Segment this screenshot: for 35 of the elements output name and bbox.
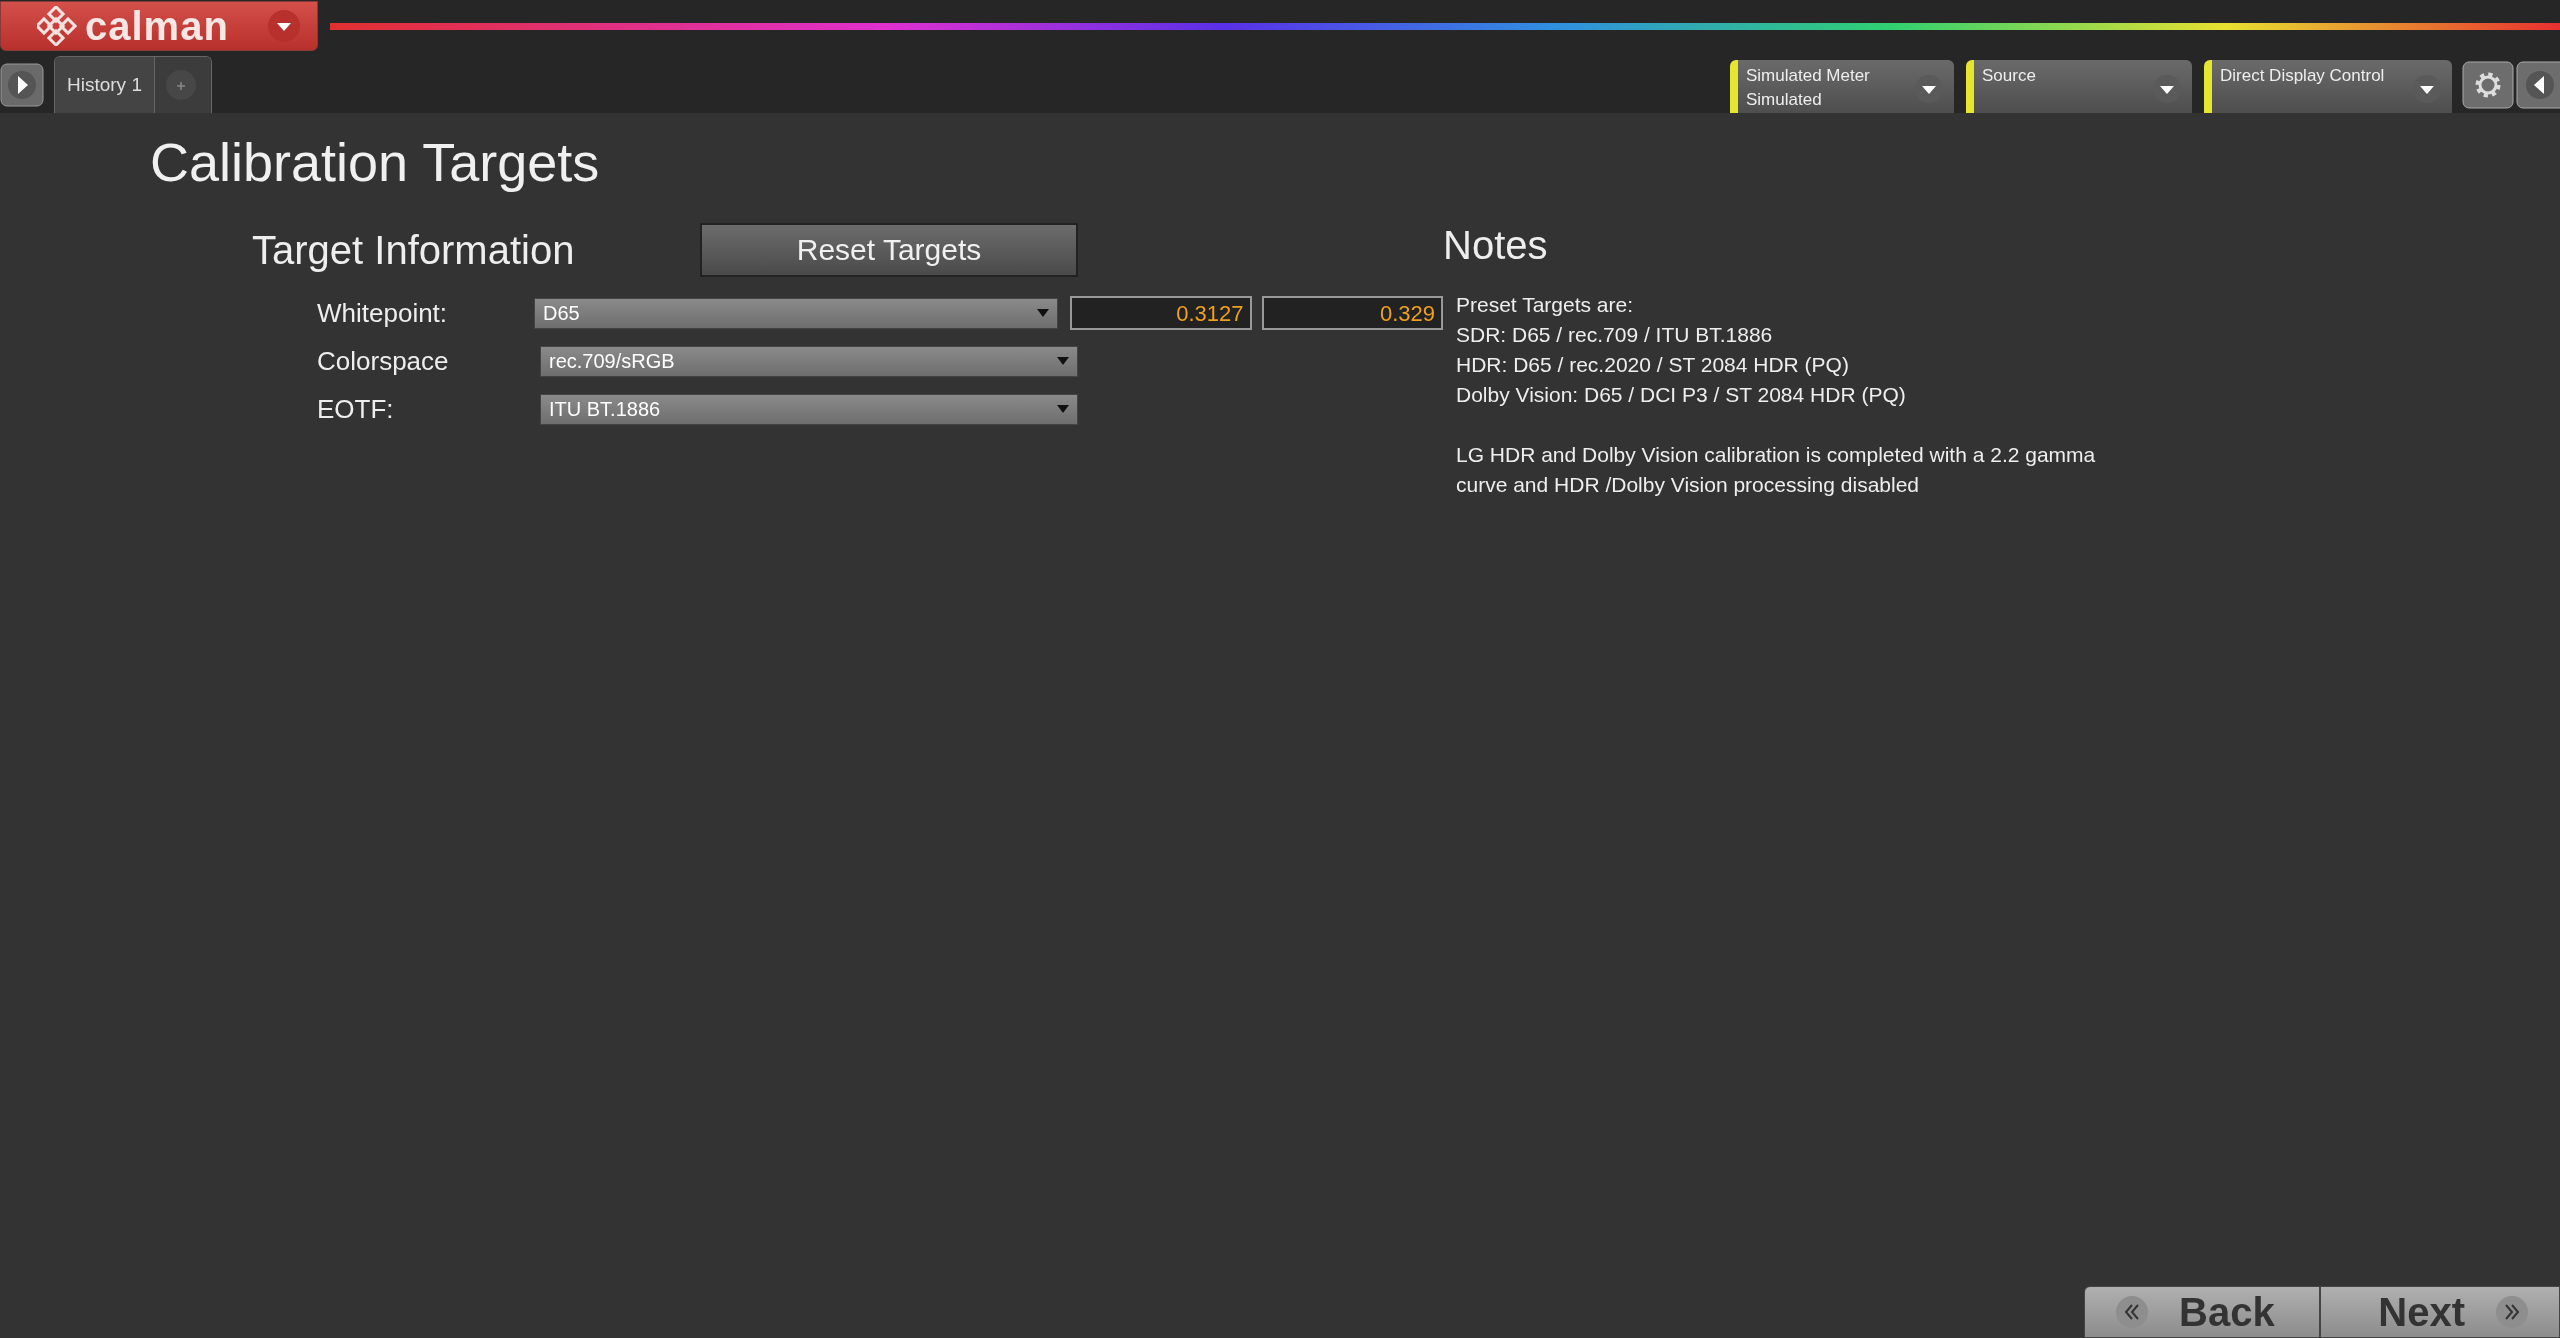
double-chevron-right-icon — [2495, 1295, 2529, 1329]
field-label: Whitepoint: — [316, 297, 449, 329]
field-label: EOTF: — [316, 393, 395, 425]
diamond-logo-icon — [37, 6, 77, 46]
caret-icon — [1057, 405, 1069, 413]
note-text: LG HDR and Dolby Vision calibration is completed with a 2.2 gamma curve and HDR /Dolby Vision processing disabled — [1456, 442, 2097, 498]
back-button[interactable]: Back — [2084, 1286, 2320, 1338]
settings-icon[interactable] — [2462, 61, 2514, 109]
note-text: HDR: D65 / rec.2020 / ST 2084 HDR (PQ) — [1456, 352, 1850, 378]
history-tab[interactable]: History 1 — [55, 57, 155, 113]
page-title: Calibration Targets — [150, 131, 601, 193]
double-chevron-left-icon — [2115, 1295, 2149, 1329]
caret-icon — [1057, 357, 1069, 365]
device-selector[interactable]: Simulated Meter Simulated — [1730, 60, 1954, 113]
device-selector[interactable]: Direct Display Control — [2204, 60, 2452, 113]
note-text: Dolby Vision: D65 / DCI P3 / ST 2084 HDR (PQ) — [1456, 382, 1907, 408]
section-heading: Target Information — [252, 227, 576, 273]
x-coordinate-field[interactable]: 0.3127 — [1070, 296, 1252, 330]
dropdown[interactable]: ITU BT.1886 — [540, 393, 1078, 425]
app-name: calman — [85, 3, 230, 49]
play-icon[interactable] — [0, 63, 44, 107]
caret-icon — [1037, 309, 1050, 317]
dropdown[interactable]: D65 — [534, 297, 1059, 329]
note-text: SDR: D65 / rec.709 / ITU BT.1886 — [1456, 322, 1774, 348]
field-label: Colorspace — [316, 345, 450, 377]
caret-icon[interactable] — [267, 9, 301, 43]
app-logo[interactable]: calman — [0, 1, 318, 51]
note-text: Preset Targets are: — [1456, 292, 1635, 318]
dropdown[interactable]: rec.709/sRGB — [540, 345, 1078, 377]
notes-heading: Notes — [1443, 223, 1549, 268]
collapse-arrow-icon[interactable] — [2516, 61, 2560, 109]
reset-targets-button[interactable]: Reset Targets — [700, 223, 1078, 277]
device-selector[interactable]: Source — [1966, 60, 2192, 113]
y-coordinate-field[interactable]: 0.329 — [1261, 296, 1443, 330]
next-button[interactable]: Next — [2320, 1286, 2560, 1338]
